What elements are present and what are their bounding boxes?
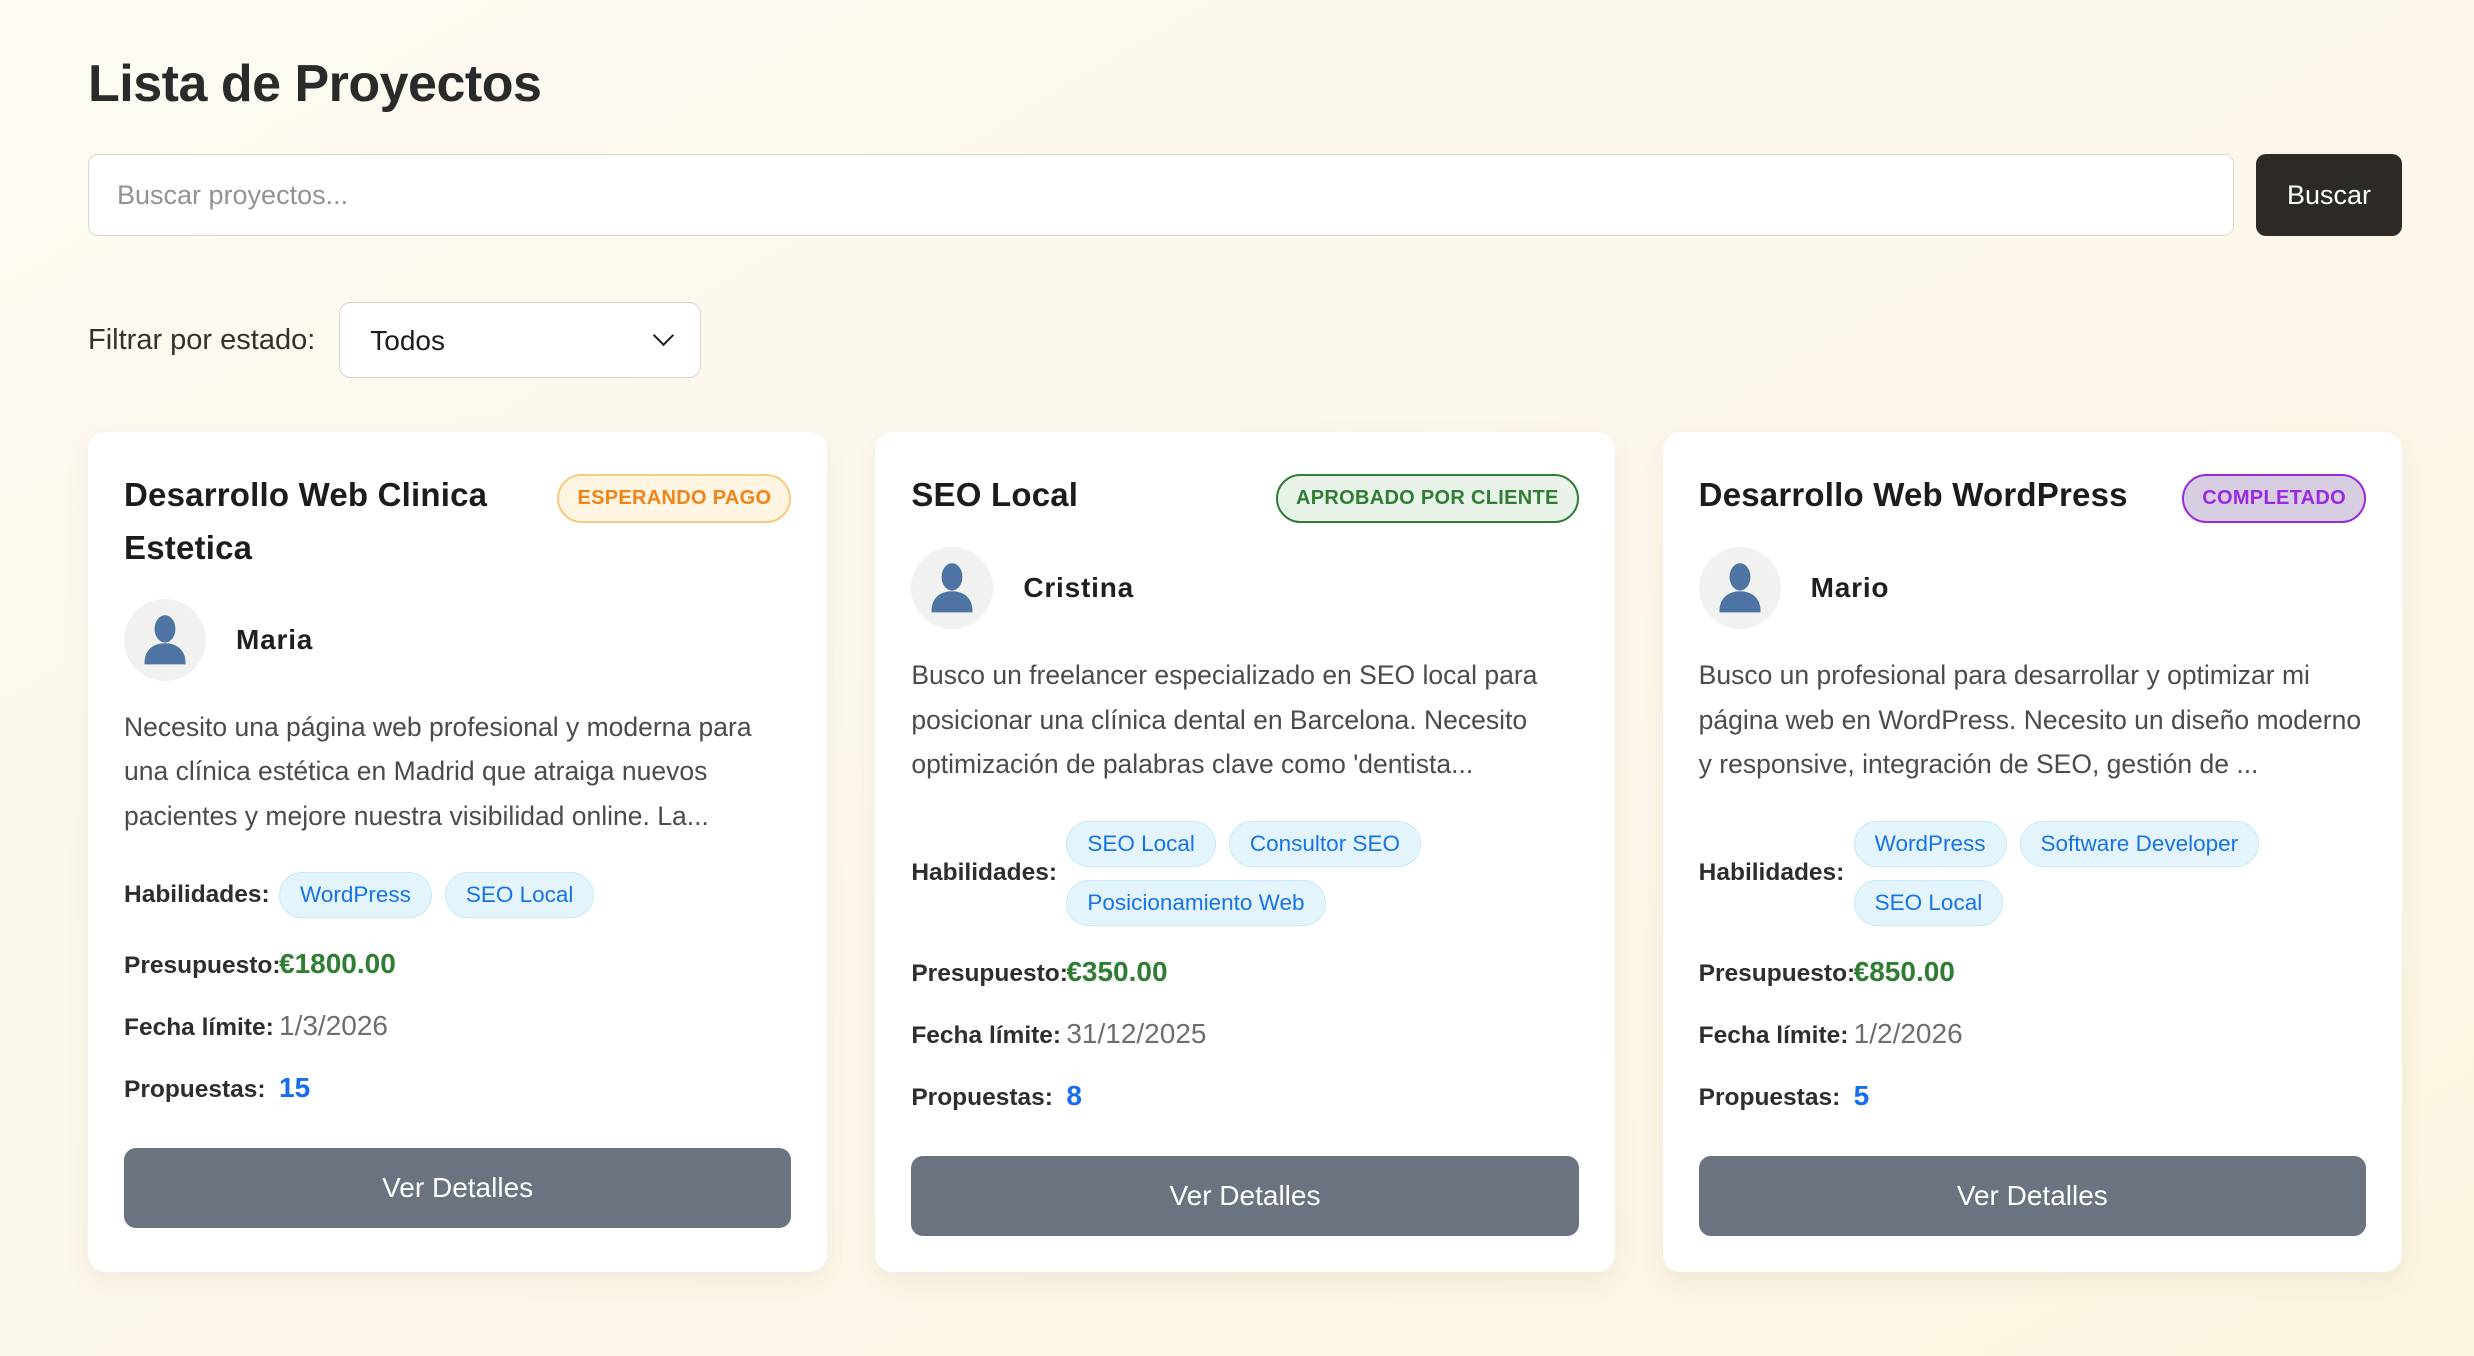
skill-chip: Software Developer	[2020, 821, 2260, 867]
proposals-value: 5	[1854, 1080, 1870, 1112]
deadline-label: Fecha límite:	[911, 1022, 1066, 1050]
card-header: Desarrollo Web Clinica Estetica ESPERAND…	[124, 468, 791, 575]
client-row: Cristina	[911, 547, 1578, 629]
card-header: SEO Local APROBADO POR CLIENTE	[911, 468, 1578, 523]
page-title: Lista de Proyectos	[88, 54, 2402, 114]
skill-chip: WordPress	[279, 872, 432, 918]
project-card: SEO Local APROBADO POR CLIENTE Cristina …	[875, 432, 1614, 1272]
proposals-label: Propuestas:	[911, 1084, 1066, 1112]
status-badge: APROBADO POR CLIENTE	[1276, 474, 1579, 523]
project-description: Necesito una página web profesional y mo…	[124, 705, 791, 839]
budget-value: €1800.00	[279, 948, 396, 980]
budget-value: €850.00	[1854, 956, 1955, 988]
deadline-row: Fecha límite: 31/12/2025	[911, 1018, 1578, 1050]
client-name: Maria	[236, 624, 313, 656]
deadline-value: 31/12/2025	[1066, 1018, 1206, 1050]
budget-row: Presupuesto: €350.00	[911, 956, 1578, 988]
card-header: Desarrollo Web WordPress COMPLETADO	[1699, 468, 2366, 523]
deadline-value: 1/2/2026	[1854, 1018, 1963, 1050]
skill-chip: Consultor SEO	[1229, 821, 1421, 867]
status-badge: ESPERANDO PAGO	[557, 474, 791, 523]
skill-chip-list: WordPress SEO Local	[279, 872, 594, 918]
status-filter-select-wrap: Todos	[339, 302, 701, 378]
skill-chip: SEO Local	[445, 872, 595, 918]
skill-chip-list: SEO Local Consultor SEO Posicionamiento …	[1066, 821, 1578, 926]
project-description: Busco un freelancer especializado en SEO…	[911, 653, 1578, 787]
project-title: Desarrollo Web Clinica Estetica	[124, 468, 535, 575]
project-card: Desarrollo Web Clinica Estetica ESPERAND…	[88, 432, 827, 1272]
skill-chip: SEO Local	[1854, 880, 2004, 926]
project-title: Desarrollo Web WordPress	[1699, 468, 2128, 521]
budget-label: Presupuesto:	[124, 952, 279, 980]
view-details-button[interactable]: Ver Detalles	[124, 1148, 791, 1228]
budget-row: Presupuesto: €850.00	[1699, 956, 2366, 988]
budget-row: Presupuesto: €1800.00	[124, 948, 791, 980]
skills-label: Habilidades:	[911, 859, 1066, 887]
deadline-label: Fecha límite:	[1699, 1022, 1854, 1050]
proposals-row: Propuestas: 15	[124, 1072, 791, 1104]
skills-row: Habilidades: SEO Local Consultor SEO Pos…	[911, 821, 1578, 926]
deadline-row: Fecha límite: 1/3/2026	[124, 1010, 791, 1042]
skills-row: Habilidades: WordPress SEO Local	[124, 872, 791, 918]
project-card: Desarrollo Web WordPress COMPLETADO Mari…	[1663, 432, 2402, 1272]
person-icon	[124, 599, 206, 681]
search-input[interactable]	[88, 154, 2234, 236]
client-row: Mario	[1699, 547, 2366, 629]
view-details-button[interactable]: Ver Detalles	[1699, 1156, 2366, 1236]
budget-label: Presupuesto:	[1699, 960, 1854, 988]
skills-label: Habilidades:	[124, 881, 279, 909]
skill-chip-list: WordPress Software Developer SEO Local	[1854, 821, 2366, 926]
status-badge: COMPLETADO	[2182, 474, 2366, 523]
deadline-value: 1/3/2026	[279, 1010, 388, 1042]
filter-label: Filtrar por estado:	[88, 324, 315, 357]
project-card-grid: Desarrollo Web Clinica Estetica ESPERAND…	[88, 432, 2402, 1272]
status-filter-select[interactable]: Todos	[339, 302, 701, 378]
skills-label: Habilidades:	[1699, 859, 1854, 887]
budget-label: Presupuesto:	[911, 960, 1066, 988]
client-name: Mario	[1811, 572, 1890, 604]
proposals-label: Propuestas:	[124, 1076, 279, 1104]
project-description: Busco un profesional para desarrollar y …	[1699, 653, 2366, 787]
client-name: Cristina	[1023, 572, 1134, 604]
search-bar: Buscar	[88, 154, 2402, 236]
projects-page: Lista de Proyectos Buscar Filtrar por es…	[0, 0, 2474, 1272]
person-icon	[1699, 547, 1781, 629]
skills-row: Habilidades: WordPress Software Develope…	[1699, 821, 2366, 926]
proposals-label: Propuestas:	[1699, 1084, 1854, 1112]
skill-chip: SEO Local	[1066, 821, 1216, 867]
view-details-button[interactable]: Ver Detalles	[911, 1156, 1578, 1236]
person-icon	[911, 547, 993, 629]
deadline-label: Fecha límite:	[124, 1014, 279, 1042]
skill-chip: WordPress	[1854, 821, 2007, 867]
proposals-row: Propuestas: 8	[911, 1080, 1578, 1112]
budget-value: €350.00	[1066, 956, 1167, 988]
proposals-value: 15	[279, 1072, 310, 1104]
proposals-value: 8	[1066, 1080, 1082, 1112]
project-title: SEO Local	[911, 468, 1078, 521]
proposals-row: Propuestas: 5	[1699, 1080, 2366, 1112]
client-row: Maria	[124, 599, 791, 681]
status-filter: Filtrar por estado: Todos	[88, 302, 2402, 378]
search-button[interactable]: Buscar	[2256, 154, 2402, 236]
deadline-row: Fecha límite: 1/2/2026	[1699, 1018, 2366, 1050]
skill-chip: Posicionamiento Web	[1066, 880, 1325, 926]
